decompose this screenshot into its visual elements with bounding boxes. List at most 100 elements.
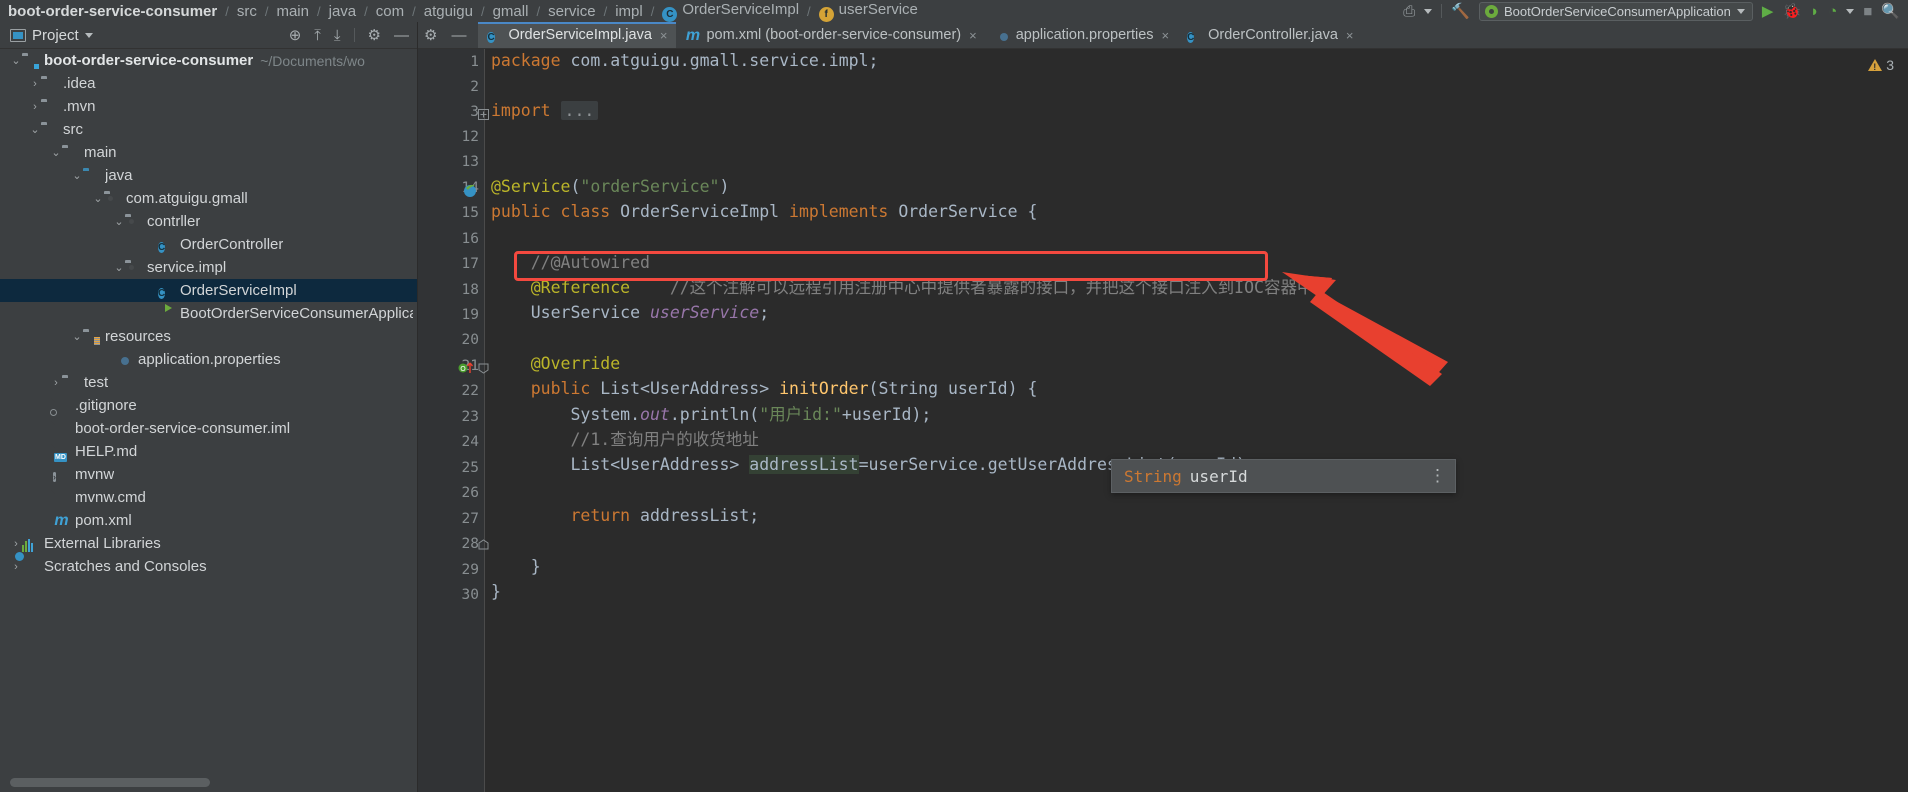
tree-item-mvnw[interactable]: · › mvnw — [0, 463, 417, 486]
breadcrumb-project[interactable]: boot-order-service-consumer — [6, 3, 219, 20]
overriding-method-gutter-icon[interactable]: O — [458, 360, 474, 376]
debug-button[interactable]: 🐞 — [1782, 2, 1801, 20]
code-editor[interactable]: 1 2 3 12 13 14 15 16 17 18 19 20 21 22 2… — [418, 49, 1908, 792]
chevron-down-icon[interactable]: ⌄ — [50, 146, 62, 159]
tree-item-mvnw-cmd[interactable]: · mvnw.cmd — [0, 486, 417, 509]
tree-item-scratches-and-consoles[interactable]: › Scratches and Consoles — [0, 555, 417, 578]
tree-item-pom-xml[interactable]: · m pom.xml — [0, 509, 417, 532]
chevron-down-icon[interactable] — [1846, 8, 1855, 14]
breadcrumb-class[interactable]: C OrderServiceImpl — [660, 1, 801, 22]
select-opened-file-icon[interactable]: ⊕ — [289, 28, 302, 43]
gear-icon[interactable]: ⚙ — [368, 28, 381, 43]
search-icon[interactable]: 🔍 — [1881, 2, 1900, 20]
breadcrumb-field[interactable]: f userService — [817, 1, 920, 22]
tab-pom-xml[interactable]: m pom.xml (boot-order-service-consumer) … — [676, 22, 985, 48]
chevron-right-icon[interactable]: › — [29, 101, 41, 113]
chevron-right-icon[interactable]: › — [10, 538, 22, 550]
breadcrumb-src[interactable]: src — [235, 3, 259, 20]
code-content[interactable]: package com.atguigu.gmall.service.impl; … — [485, 49, 1908, 792]
run-with-coverage-button[interactable]: ◗ — [1810, 3, 1819, 20]
tree-item-order-controller[interactable]: · C OrderController — [0, 233, 417, 256]
spring-bean-gutter-icon[interactable] — [462, 182, 478, 198]
stop-button[interactable]: ■ — [1863, 3, 1872, 20]
tree-item-order-service-impl[interactable]: · C OrderServiceImpl — [0, 279, 417, 302]
code-line-16[interactable]: //@Autowired — [491, 253, 650, 272]
collapsed-imports[interactable]: ... — [560, 101, 599, 120]
run-button[interactable]: ▶ — [1762, 2, 1774, 20]
tree-item-com-atguigu-gmall[interactable]: ⌄ com.atguigu.gmall — [0, 187, 417, 210]
chevron-down-icon[interactable]: ⌄ — [92, 192, 104, 205]
close-icon[interactable]: × — [1162, 28, 1170, 43]
scrollbar-thumb[interactable] — [10, 778, 210, 787]
tree-item-iml-file[interactable]: · boot-order-service-consumer.iml — [0, 417, 417, 440]
breadcrumb-main[interactable]: main — [274, 3, 311, 20]
tree-item-main[interactable]: ⌄ main — [0, 141, 417, 164]
code-line-3[interactable]: import ... — [491, 101, 599, 120]
code-line-18[interactable]: UserService userService; — [491, 303, 769, 322]
chevron-down-icon[interactable] — [1424, 8, 1433, 14]
code-line-20[interactable]: @Override — [491, 354, 620, 373]
gear-icon[interactable]: ⚙ — [424, 28, 437, 43]
inspection-widget[interactable]: 3 — [1868, 57, 1894, 73]
code-line-21[interactable]: public List<UserAddress> initOrder(Strin… — [491, 379, 1038, 398]
minimize-icon[interactable]: — — [394, 28, 409, 43]
chevron-down-icon[interactable]: ⌄ — [10, 54, 22, 67]
sidebar-horizontal-scrollbar[interactable] — [10, 778, 408, 787]
breadcrumb-impl[interactable]: impl — [613, 3, 645, 20]
tree-item-test[interactable]: › test — [0, 371, 417, 394]
tree-item-mvn[interactable]: › .mvn — [0, 95, 417, 118]
minimize-icon[interactable]: — — [451, 28, 466, 43]
vcs-update-icon[interactable]: ⎙ — [1403, 3, 1415, 20]
chevron-down-icon[interactable] — [84, 32, 93, 38]
tab-application-properties[interactable]: application.properties × — [986, 22, 1178, 48]
chevron-down-icon[interactable]: ⌄ — [113, 215, 125, 228]
chevron-right-icon[interactable]: › — [10, 561, 22, 573]
code-line-22[interactable]: System.out.println("用户id:"+userId); — [491, 405, 931, 424]
breadcrumb-service[interactable]: service — [546, 3, 598, 20]
close-icon[interactable]: × — [969, 28, 977, 43]
chevron-down-icon[interactable]: ⌄ — [29, 123, 41, 136]
code-line-13[interactable]: @Service("orderService") — [491, 177, 729, 196]
chevron-right-icon[interactable]: › — [50, 377, 62, 389]
code-line-29[interactable]: } — [491, 582, 501, 601]
chevron-down-icon[interactable]: ⌄ — [113, 261, 125, 274]
code-line-28[interactable]: } — [491, 557, 541, 576]
tab-order-service-impl-java[interactable]: C OrderServiceImpl.java × — [478, 22, 677, 48]
breadcrumb-atguigu[interactable]: atguigu — [422, 3, 475, 20]
tree-item-contrller[interactable]: ⌄ contrller — [0, 210, 417, 233]
project-tree[interactable]: ⌄ boot-order-service-consumer ~/Document… — [0, 49, 417, 774]
breadcrumb-com[interactable]: com — [374, 3, 406, 20]
editor-gutter[interactable]: 1 2 3 12 13 14 15 16 17 18 19 20 21 22 2… — [418, 49, 489, 792]
tree-item-external-libraries[interactable]: › External Libraries — [0, 532, 417, 555]
chevron-right-icon[interactable]: › — [29, 78, 41, 90]
tree-item-resources[interactable]: ⌄ resources — [0, 325, 417, 348]
code-token: List<UserAddress> — [491, 455, 750, 474]
close-icon[interactable]: × — [1346, 28, 1354, 43]
run-configuration-selector[interactable]: BootOrderServiceConsumerApplication — [1479, 1, 1753, 21]
tree-item-help-md[interactable]: · MD HELP.md — [0, 440, 417, 463]
code-line-23[interactable]: //1.查询用户的收货地址 — [491, 430, 758, 449]
more-options-icon[interactable]: ⋮ — [1429, 466, 1446, 486]
tree-item-src[interactable]: ⌄ src — [0, 118, 417, 141]
tree-item-boot-order-service-consumer[interactable]: ⌄ boot-order-service-consumer ~/Document… — [0, 49, 417, 72]
profile-button[interactable]: ◔ — [1828, 3, 1837, 20]
tree-item-service-impl[interactable]: ⌄ service.impl — [0, 256, 417, 279]
tab-order-controller-java[interactable]: C OrderController.java × — [1178, 22, 1362, 48]
tree-item-boot-application-class[interactable]: · BootOrderServiceConsumerApplicat — [0, 302, 417, 325]
tree-item-gitignore[interactable]: · .gitignore — [0, 394, 417, 417]
code-line-14[interactable]: public class OrderServiceImpl implements… — [491, 202, 1037, 221]
code-line-1[interactable]: package com.atguigu.gmall.service.impl; — [491, 51, 878, 70]
tree-item-idea[interactable]: › .idea — [0, 72, 417, 95]
collapse-all-icon[interactable]: ⤓ — [334, 28, 341, 43]
tree-item-java[interactable]: ⌄ java — [0, 164, 417, 187]
build-hammer-icon[interactable]: 🔨 — [1451, 2, 1470, 20]
breadcrumb-java[interactable]: java — [327, 3, 359, 20]
chevron-down-icon[interactable]: ⌄ — [71, 169, 83, 182]
code-line-26[interactable]: return addressList; — [491, 506, 759, 525]
chevron-down-icon[interactable]: ⌄ — [71, 330, 83, 343]
code-line-17[interactable]: @Reference //这个注解可以远程引用注册中心中提供者暴露的接口，并把这… — [491, 278, 1314, 297]
tree-item-application-properties[interactable]: · application.properties — [0, 348, 417, 371]
expand-all-icon[interactable]: ⤒ — [314, 28, 321, 43]
breadcrumb-gmall[interactable]: gmall — [491, 3, 531, 20]
close-icon[interactable]: × — [660, 28, 668, 43]
